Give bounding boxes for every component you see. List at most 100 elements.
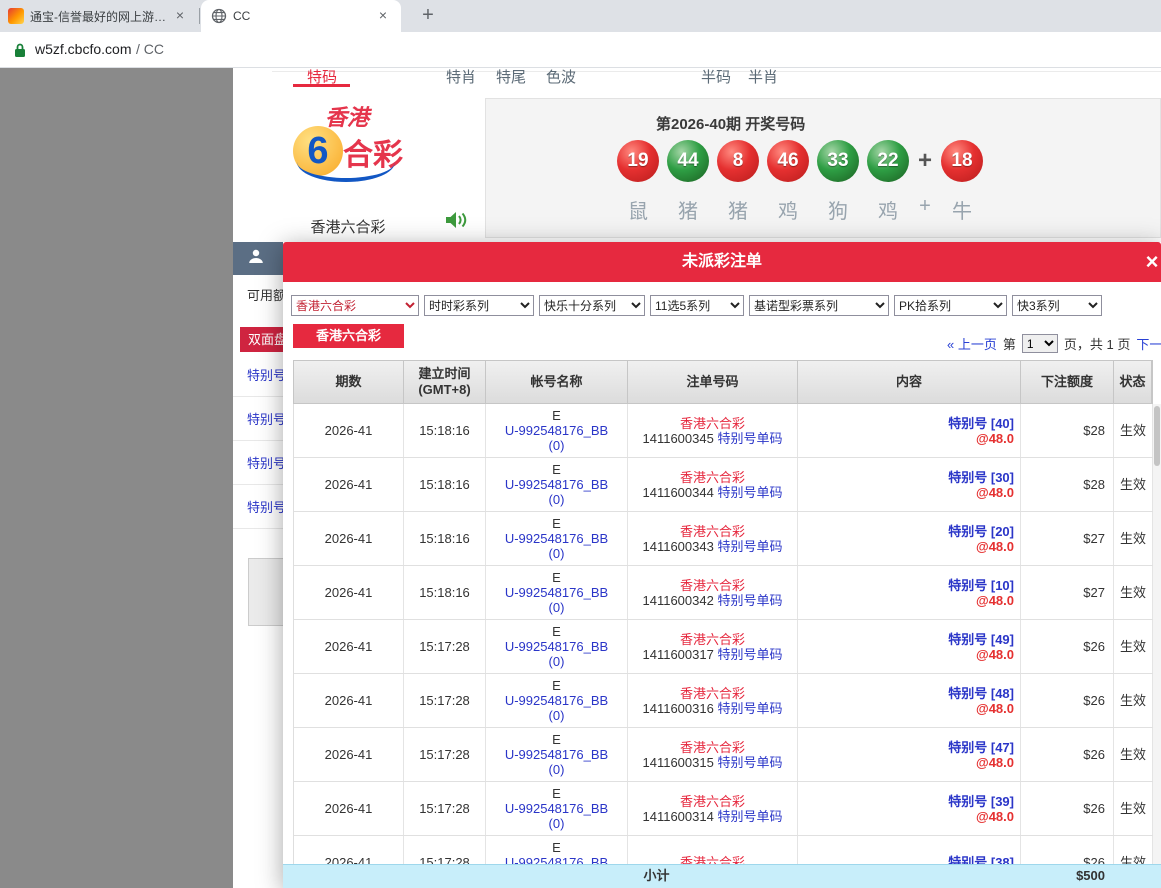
browser-tab-2-active[interactable]: CC × (201, 0, 401, 32)
cell-account: E U-992548176_BB (0) (486, 836, 628, 864)
filter-select-k3[interactable]: 快3系列 (1012, 295, 1102, 316)
cell-time: 15:18:16 (404, 512, 486, 565)
filter-select-keno[interactable]: 基诺型彩票系列 (749, 295, 889, 316)
filter-select-pk10[interactable]: PK拾系列 (894, 295, 1007, 316)
draw-balls-row: 19 44 8 46 33 22 + 18 (617, 140, 983, 182)
cell-ticket: 香港六合彩 1411600344 特别号单码 (628, 458, 798, 511)
account-prefix: E (552, 786, 561, 801)
logo-swoosh (297, 162, 395, 182)
zodiac-label: 鼠 (617, 195, 659, 224)
account-link[interactable]: U-992548176_BB (505, 585, 608, 600)
cell-ticket: 香港六合彩 1411600342 特别号单码 (628, 566, 798, 619)
page-select[interactable]: 1 (1022, 334, 1058, 353)
account-prefix: E (552, 624, 561, 639)
speaker-icon[interactable] (444, 209, 468, 231)
cell-amount: $27 (1021, 566, 1114, 619)
table-row: 2026-41 15:18:16 E U-992548176_BB (0) 香港… (294, 458, 1153, 512)
account-link[interactable]: U-992548176_BB (505, 747, 608, 762)
subtotal-bar: 小计 $500 (283, 864, 1161, 888)
account-link[interactable]: U-992548176_BB (505, 801, 608, 816)
ticket-number: 1411600345 (643, 431, 714, 446)
cell-amount: $26 (1021, 728, 1114, 781)
lottery-ball: 22 (867, 140, 909, 182)
account-link[interactable]: U-992548176_BB (505, 423, 608, 438)
nav-tab-special-tail[interactable]: 特尾 (496, 66, 526, 87)
cell-content: 特别号 [30] @48.0 (798, 458, 1021, 511)
account-link[interactable]: U-992548176_BB (505, 693, 608, 708)
prev-page-link[interactable]: « 上一页 (947, 334, 997, 353)
ball-number: 46 (777, 150, 798, 172)
account-link[interactable]: U-992548176_BB (505, 477, 608, 492)
special-number-link[interactable]: 特别号 (247, 365, 286, 384)
ball-number: 33 (827, 150, 848, 172)
special-number-link[interactable]: 特别号 (247, 409, 286, 428)
nav-tab-special-zodiac[interactable]: 特肖 (446, 66, 476, 87)
ticket-bet-type: 特别号单码 (717, 755, 782, 770)
globe-icon (211, 8, 227, 24)
bet-odds: @48.0 (976, 755, 1014, 770)
lottery-name-caption: 香港六合彩 (296, 216, 400, 237)
nav-tab-half-zodiac[interactable]: 半肖 (748, 66, 778, 87)
account-link[interactable]: U-992548176_BB (505, 639, 608, 654)
account-link[interactable]: U-992548176_BB (505, 855, 608, 864)
bet-odds: @48.0 (976, 593, 1014, 608)
tab-close-icon[interactable]: × (172, 8, 188, 24)
browser-tab-1[interactable]: 通宝-信誉最好的网上游戏平 × (0, 0, 196, 32)
table-row: 2026-41 15:17:28 E U-992548176_BB (0) 香港… (294, 674, 1153, 728)
nav-tab-color-wave[interactable]: 色波 (546, 66, 576, 87)
tab-close-icon[interactable]: × (375, 8, 391, 24)
filter-select-mark-six[interactable]: 香港六合彩 (291, 295, 419, 316)
nav-tab-half-number[interactable]: 半码 (701, 66, 731, 87)
cell-status: 生效 (1114, 620, 1153, 673)
filter-select-happy10[interactable]: 快乐十分系列 (539, 295, 645, 316)
new-tab-button[interactable]: + (416, 4, 440, 28)
address-bar[interactable]: w5zf.cbcfo.com / CC (0, 32, 1161, 68)
special-number-link[interactable]: 特别号 (247, 453, 286, 472)
cell-amount: $28 (1021, 404, 1114, 457)
filter-select-11x5[interactable]: 11选5系列 (650, 295, 744, 316)
cell-issue: 2026-41 (294, 782, 404, 835)
bet-odds: @48.0 (976, 647, 1014, 662)
next-page-link[interactable]: 下一页 (1136, 334, 1161, 353)
ticket-number: 1411600344 (643, 485, 714, 500)
lock-icon[interactable] (14, 42, 26, 58)
lottery-ball: 44 (667, 140, 709, 182)
account-prefix: E (552, 462, 561, 477)
modal-header: 未派彩注单 × (283, 242, 1161, 282)
pagination: « 上一页 第 1 页，共 1 页 下一页 (947, 334, 1161, 353)
subtotal-value: $500 (1020, 865, 1113, 887)
account-link[interactable]: U-992548176_BB (505, 531, 608, 546)
special-number-link[interactable]: 特别号 (247, 497, 286, 516)
ticket-number: 1411600314 (643, 809, 714, 824)
cell-time: 15:17:28 (404, 620, 486, 673)
filter-select-time-lottery[interactable]: 时时彩系列 (424, 295, 534, 316)
page-count-text: 页，共 1 页 (1064, 334, 1130, 353)
cell-ticket: 香港六合彩 1411600315 特别号单码 (628, 728, 798, 781)
url-domain: w5zf.cbcfo.com (35, 41, 131, 57)
account-suffix: (0) (549, 816, 565, 831)
account-prefix: E (552, 840, 561, 855)
lottery-ball: 8 (717, 140, 759, 182)
ticket-game-name: 香港六合彩 (680, 524, 745, 539)
ticket-bet-type: 特别号单码 (717, 431, 782, 446)
cell-account: E U-992548176_BB (0) (486, 728, 628, 781)
modal-close-icon[interactable]: × (1141, 249, 1161, 275)
table-scrollbar-track[interactable] (1153, 404, 1161, 864)
cell-amount: $26 (1021, 620, 1114, 673)
zodiac-label: 狗 (817, 195, 859, 224)
ticket-bet-type: 特别号单码 (717, 701, 782, 716)
account-prefix: E (552, 732, 561, 747)
account-suffix: (0) (549, 762, 565, 777)
bet-odds: @48.0 (976, 809, 1014, 824)
cell-amount: $28 (1021, 458, 1114, 511)
account-prefix: E (552, 408, 561, 423)
cell-issue: 2026-41 (294, 836, 404, 864)
table-scrollbar-thumb[interactable] (1154, 406, 1160, 466)
cell-status: 生效 (1114, 458, 1153, 511)
bet-odds: @48.0 (976, 485, 1014, 500)
ticket-number: 1411600315 (643, 755, 714, 770)
cell-amount: $26 (1021, 836, 1114, 864)
game-tab-mark-six[interactable]: 香港六合彩 (293, 324, 404, 348)
cell-status: 生效 (1114, 674, 1153, 727)
ticket-number: 1411600316 (643, 701, 714, 716)
